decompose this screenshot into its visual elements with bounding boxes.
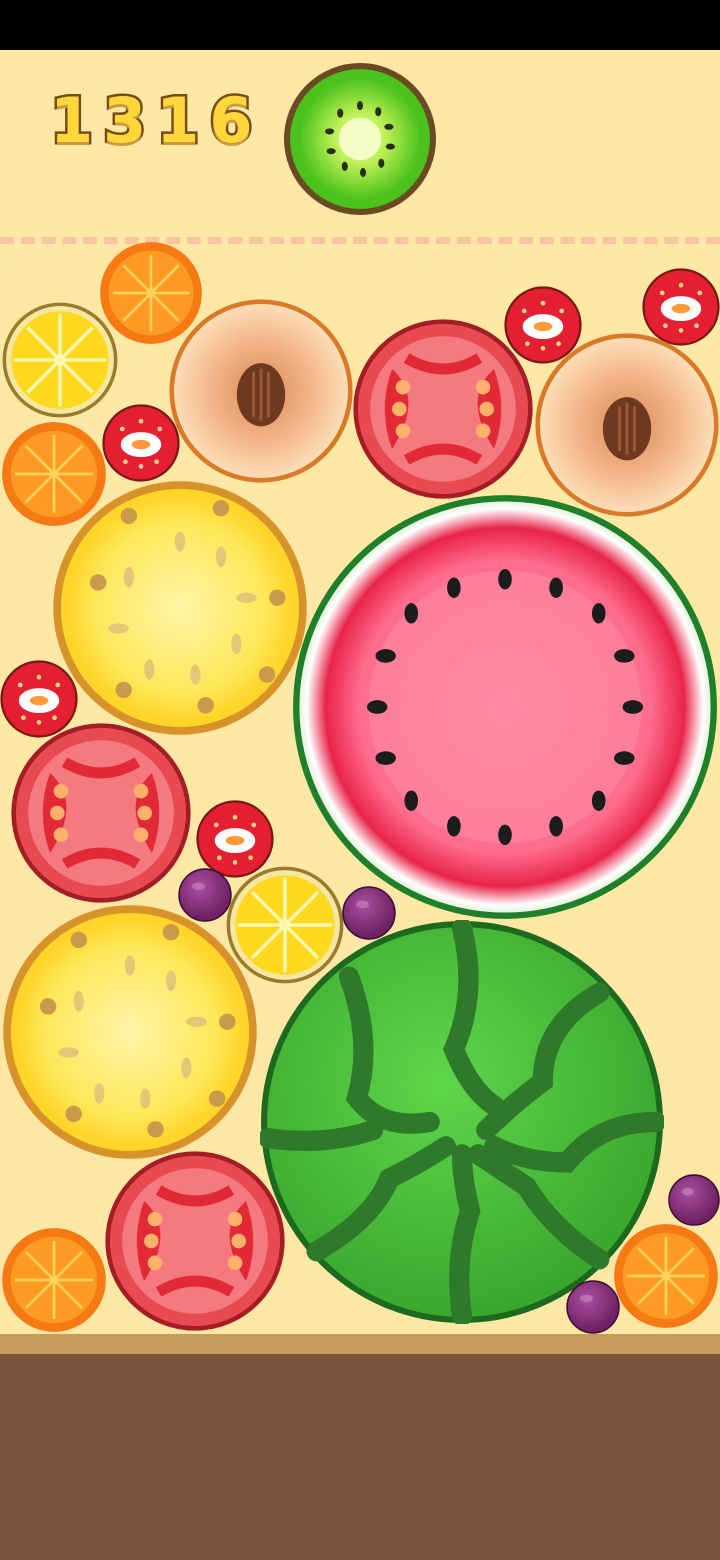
pineapple-icon xyxy=(52,480,308,736)
orange-icon xyxy=(612,1222,720,1330)
lemon-icon xyxy=(2,302,118,418)
grape-icon xyxy=(566,1280,620,1334)
ground-edge xyxy=(0,1334,720,1354)
next-fruit-kiwi-icon xyxy=(284,63,436,215)
ground xyxy=(0,1354,720,1560)
peach-icon xyxy=(534,332,720,518)
status-bar xyxy=(0,0,720,50)
tomato-icon xyxy=(10,722,192,904)
strawberry-icon xyxy=(102,404,180,482)
orange-icon xyxy=(0,1226,108,1334)
score-display: 1316 xyxy=(48,82,263,160)
pineapple-icon xyxy=(2,904,258,1160)
whole-watermelon-icon xyxy=(260,920,664,1324)
tomato-icon xyxy=(104,1150,286,1332)
peach-icon xyxy=(168,298,354,484)
grape-icon xyxy=(668,1174,720,1226)
watermelon-slice-icon xyxy=(292,494,718,920)
